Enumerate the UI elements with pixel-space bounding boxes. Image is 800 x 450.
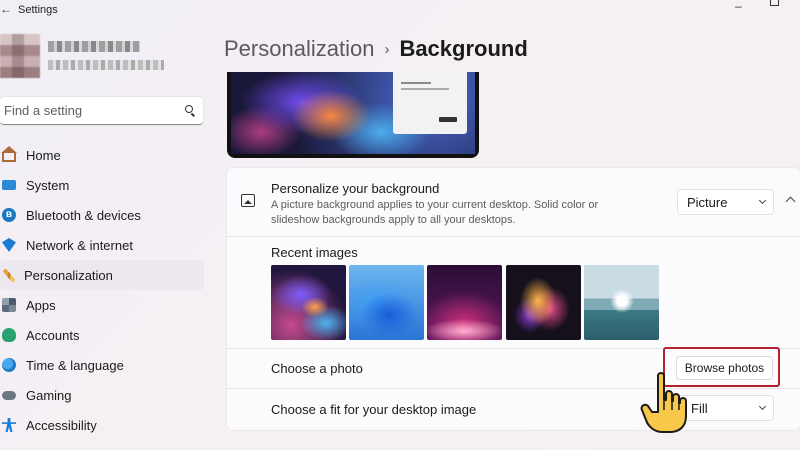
search-box[interactable] bbox=[0, 97, 203, 125]
sidebar-item-bluetooth[interactable]: ʙ Bluetooth & devices bbox=[0, 200, 204, 230]
apps-icon bbox=[2, 298, 16, 312]
sidebar-item-gaming[interactable]: Gaming bbox=[0, 380, 204, 410]
divider bbox=[227, 236, 800, 237]
personalize-background-description: A picture background applies to your cur… bbox=[271, 199, 599, 226]
chevron-down-icon bbox=[758, 196, 767, 205]
sidebar-nav: Home System ʙ Bluetooth & devices Networ… bbox=[0, 140, 204, 440]
home-icon bbox=[1, 146, 17, 162]
sidebar-item-label: Gaming bbox=[26, 387, 72, 403]
sidebar-item-accessibility[interactable]: Accessibility bbox=[0, 410, 204, 440]
preview-button-mock bbox=[439, 117, 457, 122]
sidebar-item-accounts[interactable]: Accounts bbox=[0, 320, 204, 350]
background-type-value: Picture bbox=[687, 194, 728, 210]
sidebar-item-time-language[interactable]: Time & language bbox=[0, 350, 204, 380]
accessibility-icon bbox=[2, 418, 16, 432]
preview-text-line bbox=[401, 88, 449, 90]
sidebar-item-label: Apps bbox=[26, 297, 56, 313]
background-settings-card: Personalize your background A picture ba… bbox=[227, 168, 800, 430]
maximize-button[interactable] bbox=[770, 0, 779, 6]
controller-icon bbox=[2, 390, 16, 400]
pointing-hand-icon bbox=[640, 372, 687, 433]
preview-text-line bbox=[401, 82, 431, 84]
recent-image-thumbnail[interactable] bbox=[349, 265, 424, 340]
chevron-right-icon: › bbox=[384, 40, 390, 58]
background-type-dropdown[interactable]: Picture bbox=[677, 189, 774, 215]
title-bar: ← Settings – bbox=[0, 0, 800, 22]
preview-window-mock bbox=[393, 72, 467, 134]
person-icon bbox=[2, 328, 16, 342]
window-title: Settings bbox=[18, 4, 58, 16]
sidebar-item-label: Personalization bbox=[24, 267, 113, 283]
sidebar-item-system[interactable]: System bbox=[0, 170, 204, 200]
fit-dropdown[interactable]: Fill bbox=[677, 395, 774, 421]
recent-image-thumbnail[interactable] bbox=[271, 265, 346, 340]
monitor-icon bbox=[2, 180, 16, 190]
back-arrow-icon[interactable]: ← bbox=[0, 2, 12, 16]
sidebar-item-network[interactable]: Network & internet bbox=[0, 230, 204, 260]
search-input[interactable] bbox=[0, 97, 170, 118]
sidebar-item-label: Time & language bbox=[26, 357, 124, 373]
sidebar-item-label: Accounts bbox=[26, 327, 80, 343]
bluetooth-icon: ʙ bbox=[2, 208, 16, 222]
choose-fit-label: Choose a fit for your desktop image bbox=[271, 402, 477, 417]
wifi-icon bbox=[2, 238, 16, 252]
browse-photos-button[interactable]: Browse photos bbox=[676, 356, 773, 380]
user-email-redacted bbox=[48, 60, 164, 70]
breadcrumb: Personalization › Background bbox=[224, 36, 528, 62]
recent-image-thumbnail[interactable] bbox=[427, 265, 502, 340]
recent-image-thumbnail[interactable] bbox=[506, 265, 581, 340]
chevron-down-icon bbox=[758, 402, 767, 411]
choose-photo-label: Choose a photo bbox=[271, 361, 363, 376]
user-name-redacted bbox=[48, 41, 140, 52]
globe-clock-icon bbox=[2, 358, 16, 372]
paintbrush-icon bbox=[2, 267, 16, 283]
page-title: Background bbox=[399, 36, 528, 61]
sidebar-item-label: Home bbox=[26, 147, 61, 163]
personalize-background-title: Personalize your background bbox=[271, 181, 440, 196]
sidebar-item-home[interactable]: Home bbox=[0, 140, 204, 170]
divider bbox=[227, 388, 800, 389]
avatar[interactable] bbox=[0, 34, 40, 78]
breadcrumb-parent[interactable]: Personalization bbox=[224, 36, 374, 62]
recent-image-thumbnail[interactable] bbox=[584, 265, 659, 340]
search-icon[interactable] bbox=[185, 105, 193, 113]
sidebar-item-label: Bluetooth & devices bbox=[26, 207, 141, 223]
sidebar-item-label: Accessibility bbox=[26, 417, 97, 433]
sidebar-item-personalization[interactable]: Personalization bbox=[0, 260, 204, 290]
recent-images-label: Recent images bbox=[271, 245, 358, 260]
sidebar-item-label: Network & internet bbox=[26, 237, 133, 253]
sidebar-item-label: System bbox=[26, 177, 70, 193]
chevron-up-icon[interactable] bbox=[785, 196, 796, 207]
image-icon bbox=[241, 194, 255, 207]
fit-value: Fill bbox=[691, 400, 708, 416]
sidebar-item-apps[interactable]: Apps bbox=[0, 290, 204, 320]
minimize-button[interactable]: – bbox=[735, 0, 742, 13]
